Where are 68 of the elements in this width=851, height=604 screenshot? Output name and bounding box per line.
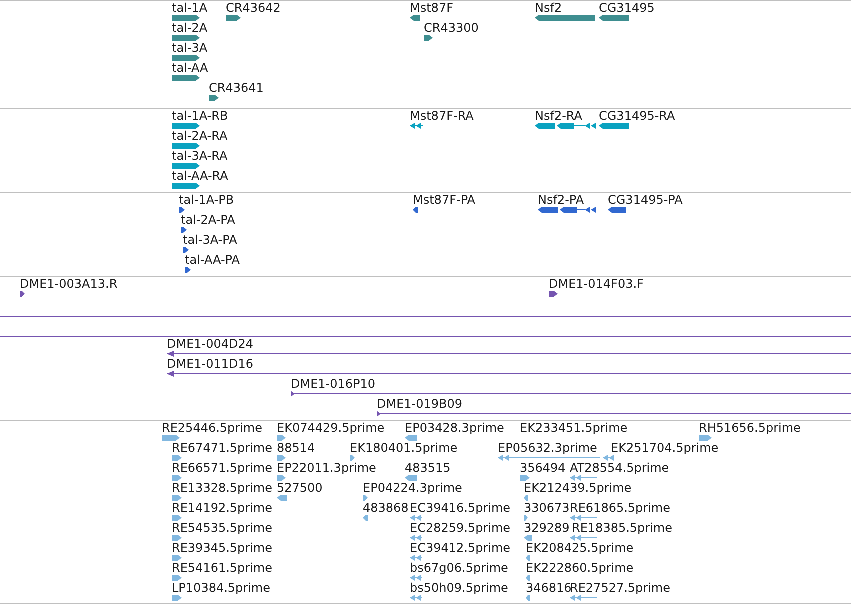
feature-label: 88514 <box>277 442 316 455</box>
feature-label: tal-AA <box>172 62 208 75</box>
feature-label: CG31495-RA <box>599 110 676 123</box>
feature-label: Mst87F-PA <box>413 194 476 207</box>
feature-label: EC39412.5prime <box>410 542 511 555</box>
feature-label: tal-1A-PB <box>179 194 234 207</box>
feature-label: RE25446.5prime <box>162 422 262 435</box>
feature-label: Mst87F <box>410 2 454 15</box>
feature-label: bs67g06.5prime <box>410 562 508 575</box>
feature-label: RE13328.5prime <box>172 482 272 495</box>
feature-label: RE27527.5prime <box>570 582 670 595</box>
feature-label: RE61865.5prime <box>570 502 670 515</box>
feature-label: CR43641 <box>209 82 264 95</box>
feature-label: EP04224.3prime <box>363 482 462 495</box>
feature-label: RE18385.5prime <box>572 522 672 535</box>
feature-label: Mst87F-RA <box>410 110 474 123</box>
feature-label: bs50h09.5prime <box>410 582 508 595</box>
feature-label: 329289 <box>524 522 570 535</box>
feature-label: DME1-011D16 <box>167 358 254 371</box>
feature-label: Nsf2-RA <box>535 110 582 123</box>
feature-label: tal-2A-RA <box>172 130 228 143</box>
feature-label: EC39416.5prime <box>410 502 511 515</box>
feature-label: EK222860.5prime <box>526 562 634 575</box>
feature-label: EP22011.3prime <box>277 462 376 475</box>
feature-label: Nsf2 <box>535 2 562 15</box>
feature-label: RE67471.5prime <box>172 442 272 455</box>
feature-label: EC28259.5prime <box>410 522 511 535</box>
feature-label: RE54535.5prime <box>172 522 272 535</box>
feature-label: Nsf2-PA <box>538 194 584 207</box>
feature-label: DME1-019B09 <box>377 398 463 411</box>
feature-label: RE54161.5prime <box>172 562 272 575</box>
feature-label: DME1-014F03.F <box>549 278 644 291</box>
feature-label: tal-2A <box>172 22 208 35</box>
feature-label: tal-1A-RB <box>172 110 228 123</box>
feature-label: EK208425.5prime <box>526 542 634 555</box>
feature-label: DME1-003A13.R <box>20 278 118 291</box>
feature-label: tal-3A-RA <box>172 150 228 163</box>
feature-label: tal-3A <box>172 42 208 55</box>
feature-label: RE39345.5prime <box>172 542 272 555</box>
feature-label: EP05632.3prime <box>498 442 598 455</box>
feature-label: 356494 <box>520 462 566 475</box>
feature-label: EK074429.5prime <box>277 422 385 435</box>
feature-label: EP03428.3prime <box>405 422 504 435</box>
feature-label: AT28554.5prime <box>570 462 670 475</box>
feature-label: EK212439.5prime <box>524 482 632 495</box>
feature-label: CG31495-PA <box>608 194 683 207</box>
feature-label: EK233451.5prime <box>520 422 628 435</box>
feature-label: RE66571.5prime <box>172 462 272 475</box>
feature-label: 483515 <box>405 462 451 475</box>
feature-label: DME1-004D24 <box>167 338 254 351</box>
feature-label: DME1-016P10 <box>291 378 376 391</box>
feature-label: tal-AA-RA <box>172 170 228 183</box>
feature-label: EK180401.5prime <box>350 442 458 455</box>
feature-label: tal-1A <box>172 2 208 15</box>
feature-label: RE14192.5prime <box>172 502 272 515</box>
feature-label: tal-2A-PA <box>181 214 236 227</box>
feature-label: 330673 <box>524 502 570 515</box>
feature-label: CG31495 <box>599 2 655 15</box>
feature-label: LP10384.5prime <box>172 582 271 595</box>
feature-label: 483868 <box>363 502 409 515</box>
feature-label: 527500 <box>277 482 323 495</box>
feature-label: RH51656.5prime <box>699 422 801 435</box>
feature-label: 346816 <box>526 582 572 595</box>
feature-label: CR43642 <box>226 2 281 15</box>
feature-label: CR43300 <box>424 22 479 35</box>
feature-label: EK251704.5prime <box>611 442 719 455</box>
feature-label: tal-AA-PA <box>185 254 240 267</box>
feature-label: tal-3A-PA <box>183 234 238 247</box>
